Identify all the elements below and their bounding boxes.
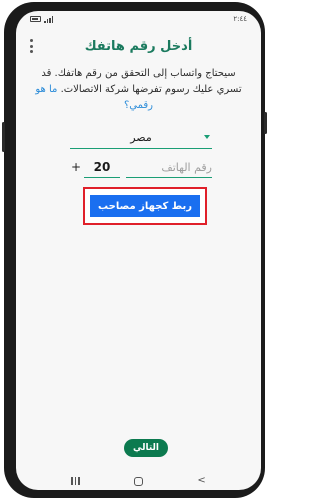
screen: ٢:٤٤ أدخل رقم هاتفك سيحتاج واتساب إلى ال…: [16, 11, 261, 490]
description: سيحتاج واتساب إلى التحقق من رقم هاتفك. ق…: [30, 66, 247, 114]
country-selector[interactable]: مصر: [70, 127, 212, 149]
status-time-group: ٢:٤٤: [233, 15, 247, 23]
back-icon[interactable]: <: [197, 476, 205, 486]
country-code-field[interactable]: 20: [84, 156, 120, 178]
battery-icon: [30, 16, 41, 22]
next-button[interactable]: التالي: [124, 439, 168, 457]
country-name: مصر: [130, 131, 152, 144]
power-button: [264, 112, 267, 134]
status-icons: [30, 15, 53, 23]
phone-number-input[interactable]: [126, 157, 212, 178]
status-time: ٢:٤٤: [233, 15, 247, 23]
recents-icon[interactable]: [71, 477, 80, 485]
home-icon[interactable]: [134, 476, 144, 486]
description-text: سيحتاج واتساب إلى التحقق من رقم هاتفك. ق…: [41, 68, 242, 95]
plus-sign: +: [71, 160, 82, 174]
signal-icon: [44, 15, 53, 23]
phone-frame: ٢:٤٤ أدخل رقم هاتفك سيحتاج واتساب إلى ال…: [2, 2, 267, 498]
more-vert-icon[interactable]: [28, 39, 34, 53]
link-as-companion-button[interactable]: ربط كجهاز مصاحب: [90, 195, 200, 217]
highlight-frame: ربط كجهاز مصاحب: [83, 187, 207, 225]
phone-number-field[interactable]: [126, 156, 212, 178]
navigation-bar: <: [16, 472, 261, 490]
status-bar: ٢:٤٤: [16, 11, 261, 27]
page-title: أدخل رقم هاتفك: [84, 38, 193, 54]
volume-button: [2, 122, 5, 152]
dropdown-arrow-icon: [204, 135, 210, 139]
app-header: أدخل رقم هاتفك: [16, 33, 261, 59]
